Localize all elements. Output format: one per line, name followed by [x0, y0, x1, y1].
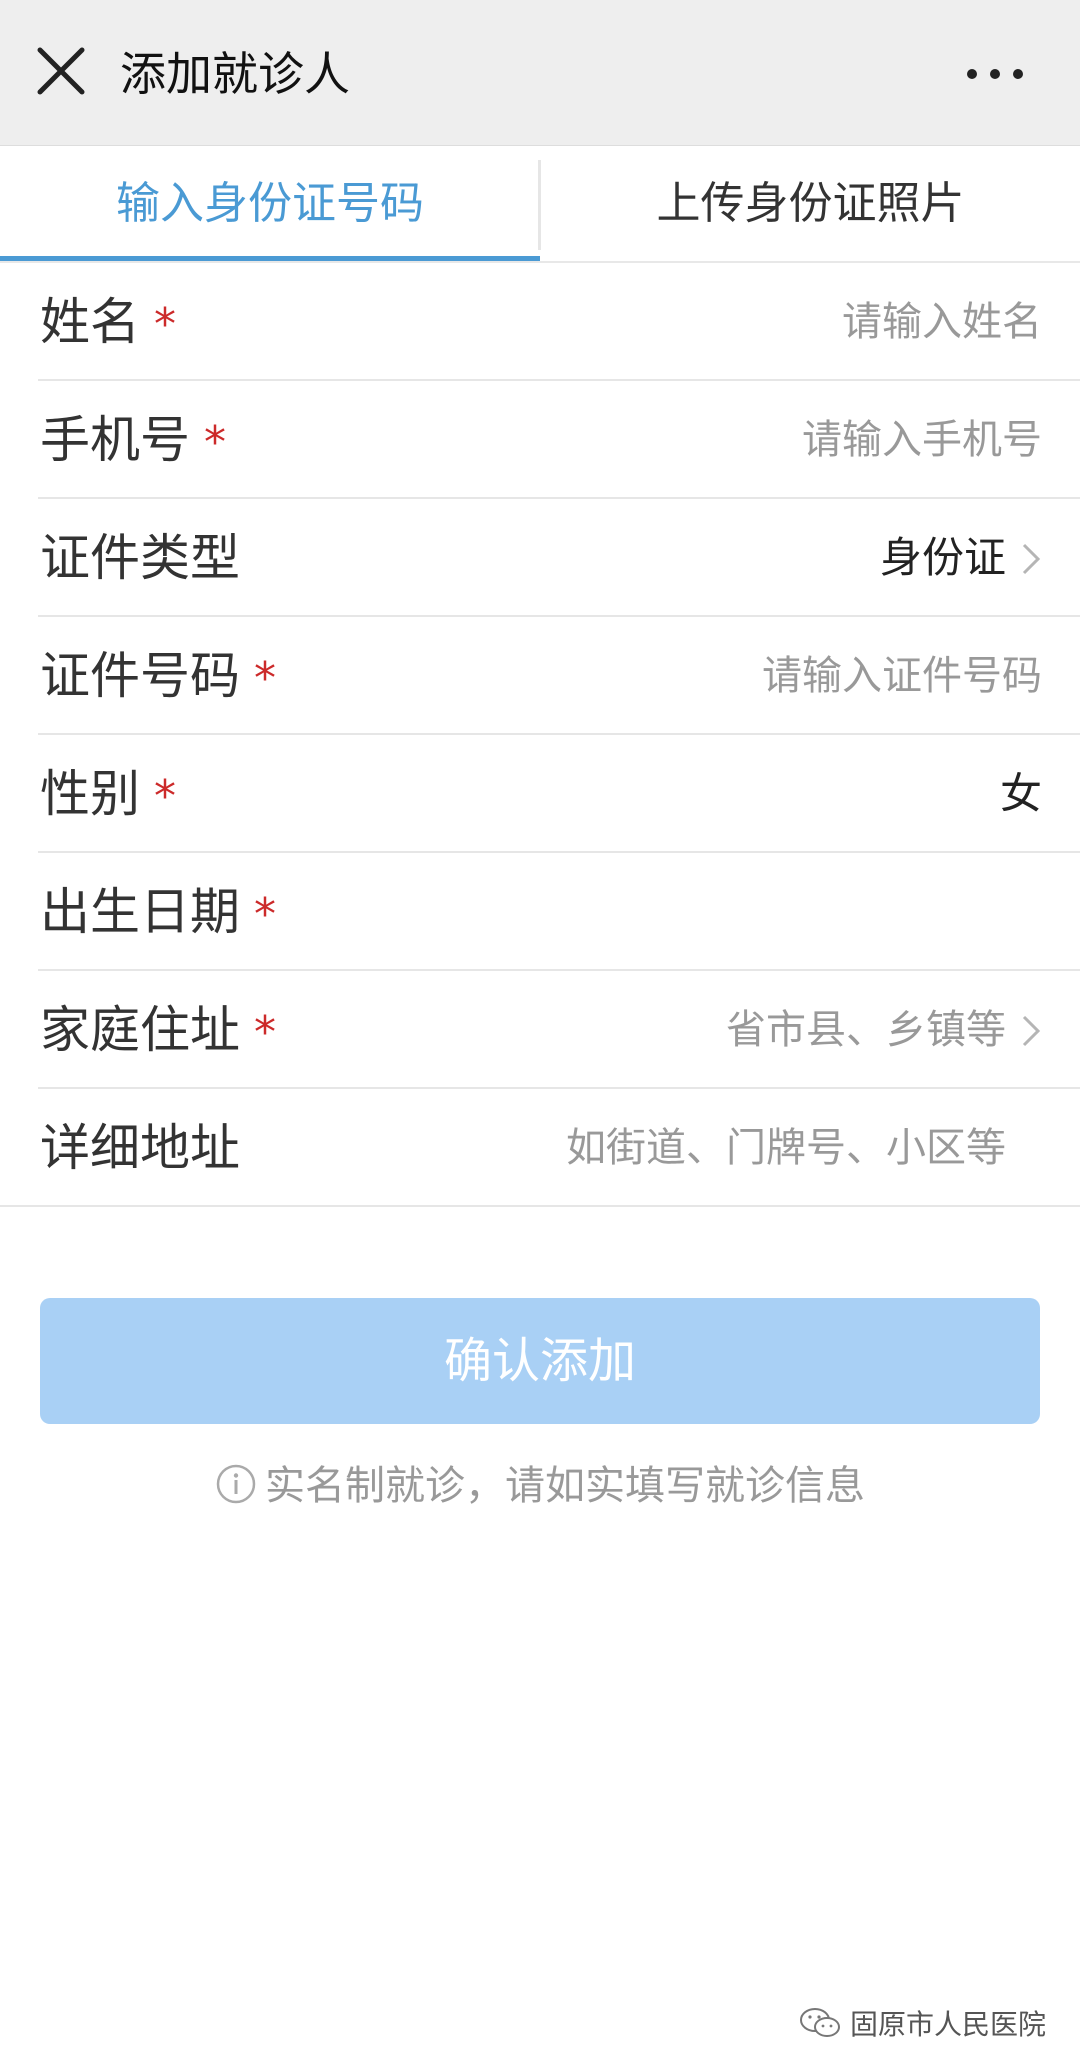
title-bar: 添加就诊人 — [0, 0, 1080, 146]
notice-text: 实名制就诊，请如实填写就诊信息 — [265, 1463, 865, 1509]
required-mark: * — [154, 299, 176, 350]
gender-row[interactable]: 性别 * 女 — [0, 735, 1080, 853]
detail-address-label: 详细地址 — [40, 1089, 240, 1207]
confirm-add-button[interactable]: 确认添加 — [40, 1298, 1040, 1424]
home-address-row[interactable]: 家庭住址 * 省市县、乡镇等 — [0, 971, 1080, 1089]
active-tab-indicator — [0, 256, 540, 261]
watermark: 固原市人民医院 — [798, 2001, 1046, 2049]
id-number-label: 证件号码 * — [40, 617, 276, 735]
home-address-label-text: 家庭住址 — [40, 1001, 240, 1059]
required-mark: * — [254, 653, 276, 704]
wechat-icon — [799, 2008, 840, 2037]
id-number-input[interactable]: 请输入证件号码 — [762, 617, 1042, 735]
id-number-row[interactable]: 证件号码 * 请输入证件号码 — [0, 617, 1080, 735]
name-row[interactable]: 姓名 * 请输入姓名 — [0, 263, 1080, 381]
chevron-right-icon — [1022, 1015, 1041, 1047]
home-address-select[interactable]: 省市县、乡镇等 — [726, 971, 1006, 1089]
more-horizontal-icon — [967, 69, 1023, 79]
close-button[interactable] — [30, 40, 96, 106]
tab-id-number[interactable]: 输入身份证号码 — [0, 146, 540, 261]
detail-address-label-text: 详细地址 — [40, 1119, 240, 1177]
gender-label-text: 性别 — [40, 765, 140, 823]
birth-date-label: 出生日期 * — [40, 853, 276, 971]
chevron-right-icon — [1022, 543, 1041, 575]
name-label-text: 姓名 — [40, 293, 140, 351]
phone-label: 手机号 * — [40, 381, 226, 499]
required-mark: * — [254, 889, 276, 940]
required-mark: * — [204, 417, 226, 468]
divider — [0, 1205, 1080, 1207]
birth-date-label-text: 出生日期 — [40, 883, 240, 941]
tab-upload-id-photo[interactable]: 上传身份证照片 — [541, 146, 1080, 261]
detail-address-input[interactable]: 如街道、门牌号、小区等 — [566, 1089, 1006, 1207]
notice: 实名制就诊，请如实填写就诊信息 — [0, 1458, 1080, 1514]
name-label: 姓名 * — [40, 263, 176, 381]
required-mark: * — [154, 771, 176, 822]
home-address-label: 家庭住址 * — [40, 971, 276, 1089]
id-type-label: 证件类型 — [40, 499, 240, 617]
gender-value[interactable]: 女 — [1000, 735, 1042, 853]
watermark-text: 固原市人民医院 — [849, 2008, 1046, 2041]
required-mark: * — [254, 1007, 276, 1058]
phone-label-text: 手机号 — [40, 411, 190, 469]
id-number-label-text: 证件号码 — [40, 647, 240, 705]
page-title: 添加就诊人 — [120, 47, 350, 101]
detail-address-row[interactable]: 详细地址 如街道、门牌号、小区等 — [0, 1089, 1080, 1207]
birth-date-row[interactable]: 出生日期 * — [0, 853, 1080, 971]
gender-label: 性别 * — [40, 735, 176, 853]
id-type-row[interactable]: 证件类型 身份证 — [0, 499, 1080, 617]
close-icon — [37, 47, 85, 95]
phone-row[interactable]: 手机号 * 请输入手机号 — [0, 381, 1080, 499]
info-icon — [216, 1464, 256, 1504]
phone-input[interactable]: 请输入手机号 — [802, 381, 1042, 499]
id-type-select[interactable]: 身份证 — [880, 499, 1006, 617]
id-type-label-text: 证件类型 — [40, 529, 240, 587]
tab-bar: 输入身份证号码 上传身份证照片 — [0, 146, 1080, 263]
more-button[interactable] — [960, 48, 1030, 98]
name-input[interactable]: 请输入姓名 — [842, 263, 1042, 381]
